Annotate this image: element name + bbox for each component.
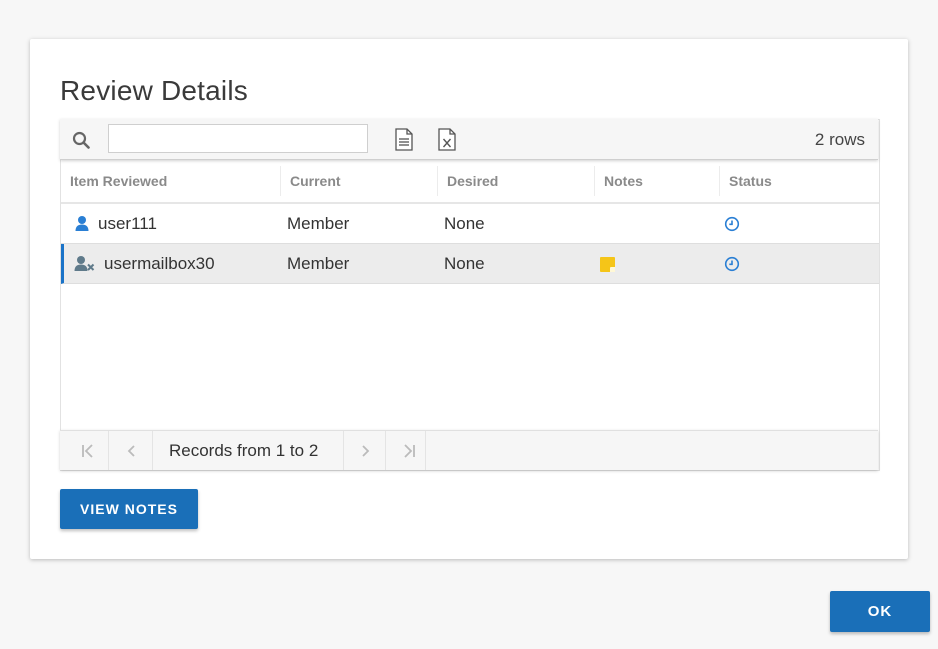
last-page-icon <box>404 444 415 458</box>
table-row[interactable]: usermailbox30 Member None <box>61 244 879 284</box>
column-header-current[interactable]: Current <box>281 160 438 202</box>
column-header-notes[interactable]: Notes <box>595 160 720 202</box>
table-row[interactable]: user111 Member None <box>61 204 879 244</box>
desired-value: None <box>444 214 485 233</box>
clock-icon[interactable] <box>724 216 740 232</box>
ok-button[interactable]: OK <box>830 591 930 632</box>
desired-value: None <box>444 254 485 273</box>
search-input[interactable] <box>108 124 368 153</box>
grid-toolbar: 2 rows <box>60 119 878 160</box>
column-header-desired[interactable]: Desired <box>438 160 595 202</box>
export-excel-icon[interactable] <box>437 128 457 151</box>
view-notes-button[interactable]: VIEW NOTES <box>60 489 198 529</box>
chevron-right-icon <box>362 445 370 457</box>
last-page-button[interactable] <box>389 431 429 470</box>
column-header-item-reviewed[interactable]: Item Reviewed <box>61 160 281 202</box>
first-page-button[interactable] <box>68 431 108 470</box>
search-icon[interactable] <box>72 131 90 149</box>
item-reviewed: user111 <box>98 214 157 233</box>
table-header: Item Reviewed Current Desired Notes Stat… <box>61 160 879 204</box>
review-details-dialog: Review Details 2 rows Item Reviewed Curr… <box>30 39 908 559</box>
dialog-title: Review Details <box>60 75 248 106</box>
export-text-icon[interactable] <box>394 128 414 151</box>
previous-page-button[interactable] <box>112 431 152 470</box>
row-count: 2 rows <box>814 130 865 149</box>
note-icon[interactable] <box>600 257 615 272</box>
chevron-left-icon <box>127 445 135 457</box>
column-header-status[interactable]: Status <box>720 160 879 202</box>
pager-divider <box>152 431 153 470</box>
current-value: Member <box>287 254 350 273</box>
pagination-bar: Records from 1 to 2 <box>60 430 878 470</box>
user-remove-icon <box>74 256 95 271</box>
review-grid: 2 rows Item Reviewed Current Desired Not… <box>60 119 880 471</box>
pager-divider <box>425 431 426 470</box>
clock-icon[interactable] <box>724 256 740 272</box>
user-icon <box>75 216 89 231</box>
next-page-button[interactable] <box>345 431 385 470</box>
pager-divider <box>108 431 109 470</box>
item-reviewed: usermailbox30 <box>104 254 215 273</box>
first-page-icon <box>82 444 93 458</box>
records-range-label: Records from 1 to 2 <box>169 441 319 460</box>
pager-divider <box>343 431 344 470</box>
current-value: Member <box>287 214 350 233</box>
pager-divider <box>385 431 386 470</box>
